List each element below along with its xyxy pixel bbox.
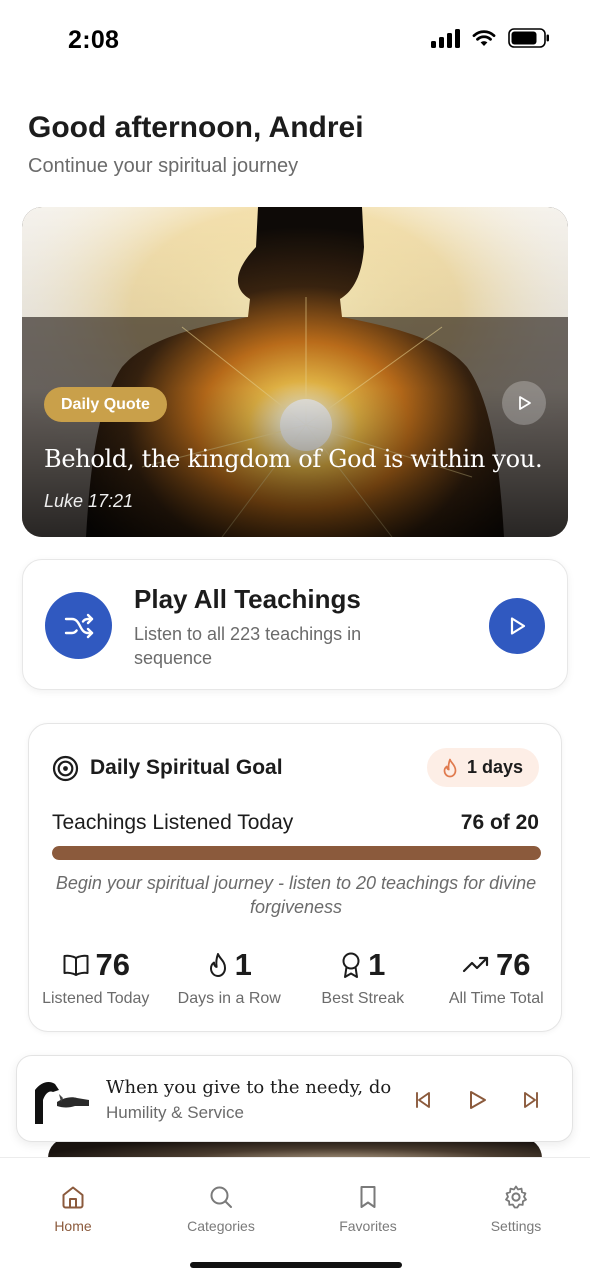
play-icon xyxy=(470,1091,486,1109)
flame-icon xyxy=(443,758,457,777)
skip-back-icon xyxy=(416,1092,430,1108)
status-icons xyxy=(431,28,550,48)
search-icon xyxy=(210,1186,232,1208)
stat-value: 1 xyxy=(368,947,386,982)
streak-text: 1 days xyxy=(466,757,523,777)
tab-label: Home xyxy=(54,1218,92,1234)
stat-value: 76 xyxy=(95,947,130,982)
wifi-icon xyxy=(472,30,496,46)
tab-settings[interactable]: Settings xyxy=(456,1184,576,1234)
play-all-card[interactable]: Play All Teachings Listen to all 223 tea… xyxy=(22,559,568,690)
mini-player[interactable]: When you give to the needy, do n… Humili… xyxy=(16,1055,573,1142)
daily-goal-title: Daily Spiritual Goal xyxy=(90,756,283,779)
stat-value: 76 xyxy=(496,947,531,982)
play-button[interactable] xyxy=(463,1086,491,1114)
track-thumbnail xyxy=(35,1082,89,1124)
daily-goal-card: Daily Spiritual Goal 1 days Teachings Li… xyxy=(28,723,562,1032)
track-category: Humility & Service xyxy=(106,1103,244,1122)
play-icon xyxy=(510,617,526,635)
greeting-title: Good afternoon, Andrei xyxy=(28,111,364,144)
home-icon xyxy=(62,1186,84,1209)
gear-icon xyxy=(505,1185,527,1209)
stat-label: Best Streak xyxy=(321,990,405,1007)
bookmark-icon xyxy=(360,1186,376,1208)
progress-bar xyxy=(52,846,541,860)
stat-all-time-total: 76 All Time Total xyxy=(430,946,564,1008)
tab-label: Favorites xyxy=(339,1218,397,1234)
quote-text: Behold, the kingdom of God is within you… xyxy=(44,445,543,473)
daily-quote-card[interactable]: Daily Quote Behold, the kingdom of God i… xyxy=(22,207,568,537)
status-time: 2:08 xyxy=(68,26,120,54)
stat-label: Days in a Row xyxy=(177,990,281,1007)
play-all-title: Play All Teachings xyxy=(134,584,361,614)
shuffle-button[interactable] xyxy=(45,592,112,659)
tab-home[interactable]: Home xyxy=(13,1184,133,1234)
quote-reference: Luke 17:21 xyxy=(44,491,134,511)
stat-value: 1 xyxy=(234,947,252,982)
flame-icon xyxy=(209,953,226,977)
play-icon xyxy=(519,396,531,410)
previous-button[interactable] xyxy=(409,1086,437,1114)
play-all-button[interactable] xyxy=(489,598,545,654)
hero-illustration xyxy=(22,207,568,537)
quote-play-button[interactable] xyxy=(502,381,546,425)
greeting-subtitle: Continue your spiritual journey xyxy=(28,155,299,177)
next-button[interactable] xyxy=(517,1086,545,1114)
home-indicator xyxy=(190,1262,402,1268)
signal-icon xyxy=(431,28,460,48)
stat-best-streak: 1 Best Streak xyxy=(296,946,430,1008)
shuffle-icon xyxy=(64,613,93,638)
tab-label: Settings xyxy=(490,1218,542,1234)
battery-icon xyxy=(508,28,549,48)
book-icon xyxy=(63,954,88,976)
progress-value: 76 of 20 xyxy=(460,811,539,834)
stats-row: 76 Listened Today 1 Days in a Row 1 Best… xyxy=(29,946,563,1008)
trend-up-icon xyxy=(462,956,489,973)
status-bar: 2:08 xyxy=(0,0,590,80)
streak-badge: 1 days xyxy=(426,748,539,787)
skip-forward-icon xyxy=(524,1092,538,1108)
tab-categories[interactable]: Categories xyxy=(161,1184,281,1234)
track-title: When you give to the needy, do n… xyxy=(106,1077,391,1098)
target-icon xyxy=(52,755,79,782)
progress-fill xyxy=(52,846,541,860)
play-all-subtitle: Listen to all 223 teachings in sequence xyxy=(134,624,362,668)
goal-message: Begin your spiritual journey - listen to… xyxy=(55,873,537,917)
progress-label: Teachings Listened Today xyxy=(52,811,294,834)
daily-quote-badge: Daily Quote xyxy=(44,387,167,422)
tab-favorites[interactable]: Favorites xyxy=(308,1184,428,1234)
tab-label: Categories xyxy=(187,1218,255,1234)
stat-days-in-row: 1 Days in a Row xyxy=(163,946,297,1008)
stat-listened-today: 76 Listened Today xyxy=(29,946,163,1008)
award-icon xyxy=(342,952,360,978)
stat-label: All Time Total xyxy=(448,990,544,1007)
stat-label: Listened Today xyxy=(42,990,150,1007)
